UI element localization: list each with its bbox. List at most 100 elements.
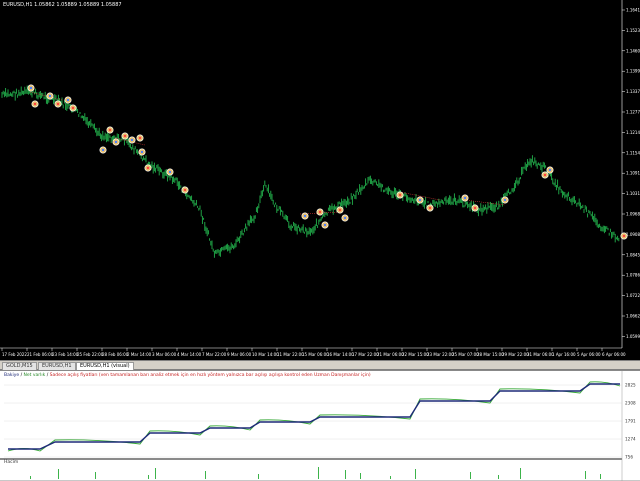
price-tick-label: 1.12145	[626, 130, 640, 135]
price-tick-label: 1.05995	[626, 334, 640, 339]
trade-marker-dot	[114, 140, 118, 144]
trade-marker-dot	[29, 86, 33, 90]
volume-bar	[205, 471, 206, 479]
time-tick-label: 9 Mar 06:00	[227, 352, 252, 357]
volume-bar	[585, 471, 586, 479]
trade-marker-dot	[548, 168, 552, 172]
trade-marker-dot	[56, 102, 60, 106]
volume-bar	[470, 472, 471, 479]
volume-bar	[345, 470, 346, 479]
time-tick-label: 3 Mar 06:00	[152, 352, 177, 357]
price-tick-label: 1.09685	[626, 212, 640, 217]
time-tick-label: 28 Feb 06:00	[102, 352, 129, 357]
trade-marker-dot	[543, 173, 547, 177]
volume-bar	[390, 476, 391, 479]
trade-marker-dot	[622, 234, 626, 238]
price-tick-label: 1.14605	[626, 48, 640, 53]
time-tick-label: 4 Mar 14:00	[177, 352, 202, 357]
time-tick-label: 7 Mar 22:00	[202, 352, 227, 357]
time-tick-label: 10 Mar 14:00	[252, 352, 279, 357]
volume-bar	[498, 475, 499, 479]
trade-marker-dot	[48, 94, 52, 98]
volume-label: Hacim	[4, 460, 19, 465]
price-tick-label: 1.10915	[626, 171, 640, 176]
time-tick-label: 17 Feb 2022	[2, 352, 27, 357]
trade-marker-dot	[343, 216, 347, 220]
trade-marker-dot	[183, 188, 187, 192]
price-tick-label: 1.06620	[626, 314, 640, 319]
time-tick-label: 23 Feb 14:00	[52, 352, 79, 357]
equity-line	[7, 381, 621, 452]
volume-bar	[360, 473, 361, 479]
time-tick-label: 28 Mar 15:00	[477, 352, 504, 357]
trade-marker-dot	[138, 136, 142, 140]
trade-marker-dot	[140, 150, 144, 154]
price-tick-label: 1.11540	[626, 150, 640, 155]
trade-marker-dot	[428, 206, 432, 210]
time-tick-label: 15 Mar 06:00	[302, 352, 329, 357]
time-tick-label: 21 Mar 06:00	[377, 352, 404, 357]
trade-marker-dot	[323, 223, 327, 227]
legend-equity: Net varlık	[23, 373, 46, 378]
time-tick-label: 25 Feb 22:00	[77, 352, 104, 357]
trade-marker-dot	[168, 170, 172, 174]
volume-bar	[415, 469, 416, 479]
price-chart[interactable]: 1.16410 1.15230 1.14605 1.13990 1.13375 1.127…	[0, 0, 640, 360]
candles-group	[1, 85, 620, 258]
price-tick-label: 1.08455	[626, 252, 640, 257]
price-tick-label: 1.15230	[626, 28, 640, 33]
trade-marker-dot	[130, 138, 134, 142]
price-tick-label: 1.07860	[626, 273, 640, 278]
chart-tabs: GOLD,M15 EURUSD,H1 EURUSD,H1 (visual)	[0, 360, 640, 371]
trade-marker-dot	[338, 208, 342, 212]
balance-line	[8, 383, 620, 450]
trade-marker-dot	[108, 128, 112, 132]
time-tick-label: 1 Apr 16:00	[552, 352, 576, 357]
price-chart-canvas: 1.16410 1.15230 1.14605 1.13990 1.13375 1.127…	[0, 0, 640, 357]
balance-tick-label: 2825	[625, 383, 636, 388]
volume-bar	[520, 468, 521, 479]
balance-tick-label: 1791	[625, 419, 636, 424]
time-tick-label: 25 Mar 07:00	[452, 352, 479, 357]
balance-tick-label: 2308	[625, 401, 636, 406]
time-tick-label: 6 Apr 06:00	[602, 352, 626, 357]
trade-marker-dot	[71, 106, 75, 110]
volume-bar	[155, 468, 156, 479]
price-tick-label: 1.12770	[626, 110, 640, 115]
price-tick-label: 1.09080	[626, 232, 640, 237]
symbol-ohlc-label: EURUSD,H1 1.05862 1.05889 1.05889 1.0588…	[3, 2, 122, 8]
time-tick-label: 21 Feb 06:00	[27, 352, 54, 357]
trade-marker-dot	[503, 198, 507, 202]
legend-balance: Bakiye	[4, 373, 20, 378]
trade-marker-dot	[101, 148, 105, 152]
trade-marker-dot	[398, 193, 402, 197]
tester-graph-canvas: 2825 2308 1791 1274 756	[0, 371, 636, 481]
trade-marker-dot	[146, 166, 150, 170]
tester-graph: 2825 2308 1791 1274 756 Bakiye / Net varlık …	[0, 370, 640, 481]
volume-bar	[148, 475, 149, 479]
price-tick-label: 1.16410	[626, 8, 640, 13]
trade-marker-dot	[473, 206, 477, 210]
volume-bar	[30, 476, 31, 479]
volume-bar	[58, 469, 59, 479]
volume-bar	[600, 474, 601, 479]
trade-marker-dot	[318, 210, 322, 214]
time-tick-label: 22 Mar 15:00	[402, 352, 429, 357]
trade-marker-dot	[463, 196, 467, 200]
price-tick-label: 1.10310	[626, 191, 640, 196]
trade-marker-dot	[123, 134, 127, 138]
time-tick-label: 16 Mar 14:00	[327, 352, 354, 357]
volume-bar	[318, 467, 319, 479]
balance-tick-label: 1274	[625, 437, 636, 442]
volume-bar	[258, 474, 259, 479]
price-tick-label: 1.07225	[626, 293, 640, 298]
price-tick-label: 1.13990	[626, 69, 640, 74]
time-tick-label: 29 Mar 22:00	[502, 352, 529, 357]
price-tick-label: 1.13375	[626, 89, 640, 94]
time-tick-label: 5 Apr 06:00	[577, 352, 601, 357]
time-tick-label: 11 Mar 22:00	[277, 352, 304, 357]
time-tick-label: 2 Mar 14:00	[127, 352, 152, 357]
volume-bar	[95, 472, 96, 479]
tester-legend: Bakiye / Net varlık / Sadece açılış fiya…	[4, 373, 371, 378]
legend-test-mode: Sadece açılış fiyatları (ven tamamlanan …	[49, 373, 371, 378]
